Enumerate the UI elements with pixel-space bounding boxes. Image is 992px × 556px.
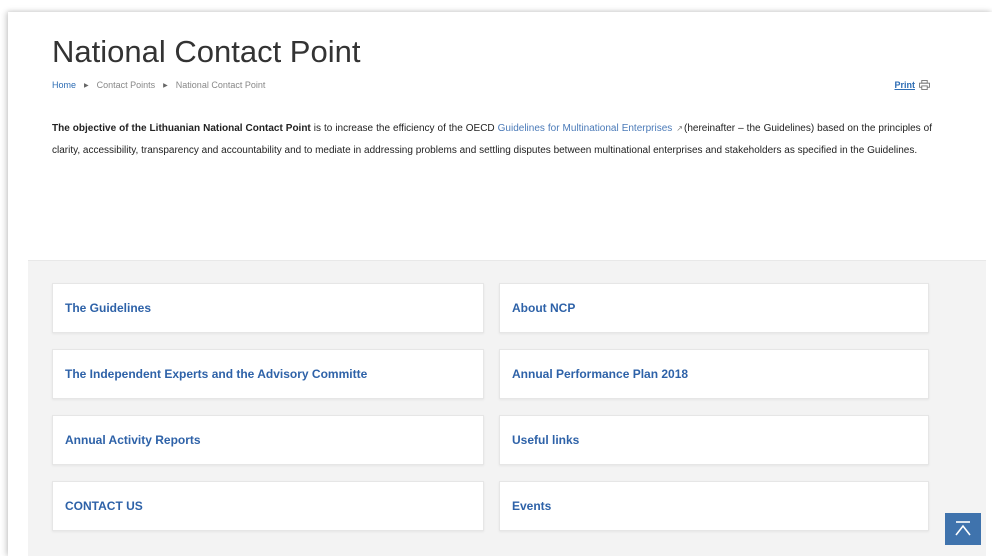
tiles-grid: The Guidelines About NCP The Independent…	[28, 260, 986, 556]
intro-text-before-link: is to increase the efficiency of the OEC…	[310, 123, 498, 134]
tile-the-guidelines[interactable]: The Guidelines	[52, 283, 484, 333]
print-button[interactable]: Print	[894, 80, 930, 90]
breadcrumb-current: National Contact Point	[175, 80, 266, 90]
print-label: Print	[894, 80, 915, 90]
breadcrumb: Home ▶ Contact Points ▶ National Contact…	[52, 80, 265, 90]
printer-icon	[919, 80, 930, 90]
tile-annual-performance-plan[interactable]: Annual Performance Plan 2018	[499, 349, 929, 399]
guidelines-link[interactable]: Guidelines for Multinational Enterprises	[498, 123, 673, 134]
chevron-right-icon: ▶	[163, 82, 168, 89]
tile-useful-links[interactable]: Useful links	[499, 415, 929, 465]
external-link-icon: ↗	[676, 124, 683, 133]
tile-independent-experts[interactable]: The Independent Experts and the Advisory…	[52, 349, 484, 399]
page-container: National Contact Point Home ▶ Contact Po…	[8, 12, 992, 556]
intro-bold-lead: The objective of the Lithuanian National…	[52, 123, 311, 134]
tile-about-ncp[interactable]: About NCP	[499, 283, 929, 333]
breadcrumb-home[interactable]: Home	[52, 80, 76, 90]
page-title: National Contact Point	[52, 34, 361, 69]
breadcrumb-contact-points[interactable]: Contact Points	[97, 80, 156, 90]
scroll-to-top-button[interactable]	[945, 513, 981, 545]
tile-annual-activity-reports[interactable]: Annual Activity Reports	[52, 415, 484, 465]
tile-events[interactable]: Events	[499, 481, 929, 531]
intro-paragraph: The objective of the Lithuanian National…	[52, 118, 932, 162]
tile-contact-us[interactable]: CONTACT US	[52, 481, 484, 531]
chevron-up-icon	[955, 521, 971, 536]
chevron-right-icon: ▶	[84, 82, 89, 89]
